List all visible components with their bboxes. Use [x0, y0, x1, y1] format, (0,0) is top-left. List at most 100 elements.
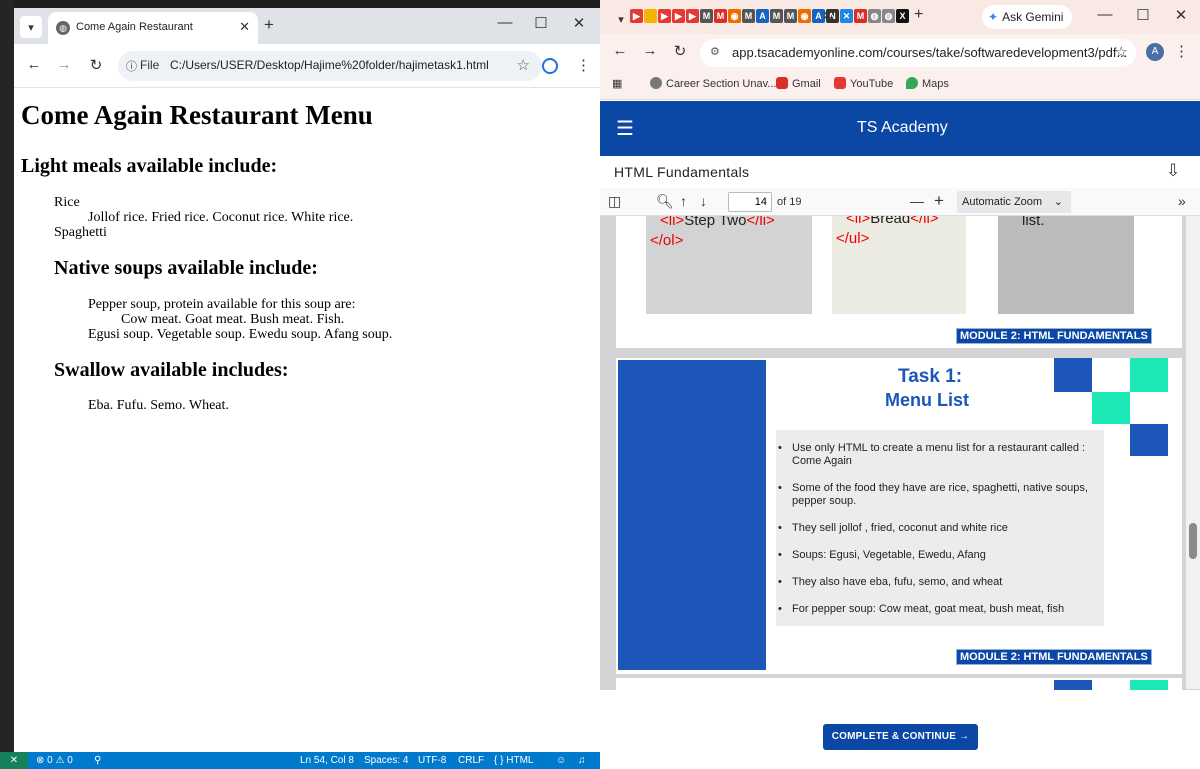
copilot-icon[interactable]: ☺: [556, 755, 566, 766]
zoom-select[interactable]: Automatic Zoom ⌄: [957, 191, 1071, 213]
gmail-tab-icon[interactable]: M: [854, 9, 867, 23]
new-tab-button[interactable]: +: [914, 6, 923, 24]
code-snippet: </ol>: [650, 232, 684, 249]
pdf-viewer[interactable]: <li>Step Two</li> </ol> <li>Bread</li> <…: [600, 216, 1200, 769]
close-window-button[interactable]: ✕: [566, 14, 592, 32]
bookmark-star-icon[interactable]: ☆: [517, 56, 530, 74]
sidebar-toggle-icon[interactable]: ◫: [608, 193, 621, 210]
url-text[interactable]: C:/Users/USER/Desktop/Hajime%20folder/ha…: [170, 58, 489, 72]
back-button[interactable]: ←: [24, 56, 44, 73]
tab-icon[interactable]: ◉: [798, 9, 811, 23]
indentation[interactable]: Spaces: 4: [364, 755, 408, 766]
address-bar[interactable]: ⓘ File C:/Users/USER/Desktop/Hajime%20fo…: [118, 51, 542, 81]
pepper-soup-proteins: Cow meat. Goat meat. Bush meat. Fish.: [121, 312, 345, 327]
tab-search-button[interactable]: ▾: [20, 16, 42, 38]
close-window-button[interactable]: ✕: [1168, 6, 1194, 24]
reload-button[interactable]: ↻: [670, 42, 690, 60]
drive-tab-icon[interactable]: [644, 9, 657, 23]
encoding[interactable]: UTF-8: [418, 755, 446, 766]
forward-button[interactable]: →: [640, 42, 660, 59]
snippet-text: Step Two: [684, 216, 747, 229]
minimize-button[interactable]: —: [492, 14, 518, 31]
close-tab-icon[interactable]: ✕: [239, 19, 250, 35]
pdf-toolbar: ◫ 🔍︎ ↑ ↓ 14 of 19 — + Automatic Zoom ⌄ »: [600, 188, 1200, 216]
zoom-out-icon[interactable]: —: [910, 193, 924, 209]
next-page-icon[interactable]: ↓: [700, 193, 707, 209]
medium-tab-icon[interactable]: M: [742, 9, 755, 23]
previous-page-icon[interactable]: ↑: [680, 193, 687, 209]
more-tools-icon[interactable]: »: [1178, 193, 1186, 209]
youtube-tab-icon[interactable]: ▶: [630, 9, 643, 23]
course-title: HTML Fundamentals: [614, 164, 750, 180]
bullet-text: Soups: Egusi, Vegetable, Ewedu, Afang: [792, 549, 986, 561]
page-number-input[interactable]: 14: [728, 192, 772, 212]
ts-academy-header: ☰ TS Academy: [600, 101, 1200, 156]
address-bar[interactable]: ⚙ app.tsacademyonline.com/courses/take/s…: [700, 39, 1136, 67]
site-info-icon[interactable]: ⚙: [710, 45, 720, 58]
slide-box: [998, 216, 1134, 314]
snippet-text: list.: [1022, 216, 1045, 229]
reload-button[interactable]: ↻: [86, 56, 106, 74]
cursor-position[interactable]: Ln 54, Col 8: [300, 755, 354, 766]
medium-tab-icon[interactable]: M: [700, 9, 713, 23]
x-tab-icon[interactable]: X: [896, 9, 909, 23]
rendered-page: Come Again Restaurant Menu Light meals a…: [14, 88, 600, 752]
menu-dots-icon[interactable]: ⋮: [1174, 42, 1189, 60]
youtube-tab-icon[interactable]: ▶: [658, 9, 671, 23]
medium-tab-icon[interactable]: M: [770, 9, 783, 23]
tab-icon[interactable]: ✕: [840, 9, 853, 23]
live-share-icon[interactable]: ⚲: [94, 755, 101, 766]
light-meals-heading: Light meals available include:: [21, 155, 278, 177]
find-icon[interactable]: 🔍︎: [656, 193, 674, 210]
tab-search-button[interactable]: ▾: [610, 8, 632, 30]
tab-icon[interactable]: A: [756, 9, 769, 23]
bullet-dot: •: [778, 603, 782, 615]
medium-tab-icon[interactable]: M: [784, 9, 797, 23]
chevron-down-icon: ⌄: [1053, 196, 1063, 208]
bookmark-maps[interactable]: Maps: [906, 77, 949, 90]
gmail-tab-icon[interactable]: M: [714, 9, 727, 23]
youtube-icon: [834, 77, 846, 89]
github-tab-icon[interactable]: ◍: [882, 9, 895, 23]
remote-indicator-icon[interactable]: ✕: [0, 752, 28, 769]
bookmark-label: Career Section Unav...: [666, 78, 777, 90]
youtube-tab-icon[interactable]: ▶: [686, 9, 699, 23]
url-text[interactable]: app.tsacademyonline.com/courses/take/sof…: [732, 45, 1127, 60]
bookmark-youtube[interactable]: YouTube: [834, 77, 893, 90]
complete-continue-button[interactable]: COMPLETE & CONTINUE →: [823, 724, 978, 750]
maximize-button[interactable]: ☐: [1130, 6, 1156, 24]
close-tab-icon[interactable]: ✕: [822, 8, 833, 24]
hamburger-menu-icon[interactable]: ☰: [616, 116, 634, 141]
youtube-tab-icon[interactable]: ▶: [672, 9, 685, 23]
gemini-sparkle-icon: ✦: [988, 10, 999, 24]
problems-indicator[interactable]: ⊗ 0 ⚠ 0: [36, 755, 73, 766]
bookmark-star-icon[interactable]: ☆: [1115, 43, 1128, 61]
zoom-in-icon[interactable]: +: [934, 191, 944, 211]
apps-icon[interactable]: ▦: [612, 77, 622, 90]
bookmark-label: YouTube: [850, 78, 894, 90]
ask-gemini-button[interactable]: ✦ Ask Gemini: [982, 5, 1072, 29]
avatar[interactable]: A: [1146, 43, 1164, 61]
notifications-bell-icon[interactable]: ♫: [578, 755, 586, 766]
github-tab-icon[interactable]: ◍: [868, 9, 881, 23]
bookmark-gmail[interactable]: Gmail: [776, 77, 821, 90]
tab-title: Come Again Restaurant: [76, 21, 193, 33]
list-item-spaghetti: Spaghetti: [54, 225, 107, 240]
line-ending[interactable]: CRLF: [458, 755, 484, 766]
download-icon[interactable]: ⇩: [1166, 161, 1180, 181]
menu-dots-icon[interactable]: ⋮: [576, 56, 591, 74]
bookmark-career[interactable]: Career Section Unav...: [650, 77, 776, 90]
bullet-text: They sell jollof , fried, coconut and wh…: [792, 522, 1008, 534]
profile-icon[interactable]: [542, 58, 558, 74]
minimize-button[interactable]: —: [1092, 6, 1118, 23]
tab-come-again[interactable]: ◍ Come Again Restaurant ✕: [48, 12, 258, 44]
language-mode[interactable]: { } HTML: [494, 755, 533, 766]
info-icon[interactable]: ⓘ: [126, 58, 137, 74]
scrollbar[interactable]: [1186, 216, 1200, 689]
tab-icon[interactable]: ◉: [728, 9, 741, 23]
scrollbar-thumb[interactable]: [1189, 523, 1197, 559]
back-button[interactable]: ←: [610, 42, 630, 59]
maximize-button[interactable]: ☐: [528, 14, 554, 32]
forward-button[interactable]: →: [54, 56, 74, 73]
new-tab-button[interactable]: +: [264, 15, 274, 35]
